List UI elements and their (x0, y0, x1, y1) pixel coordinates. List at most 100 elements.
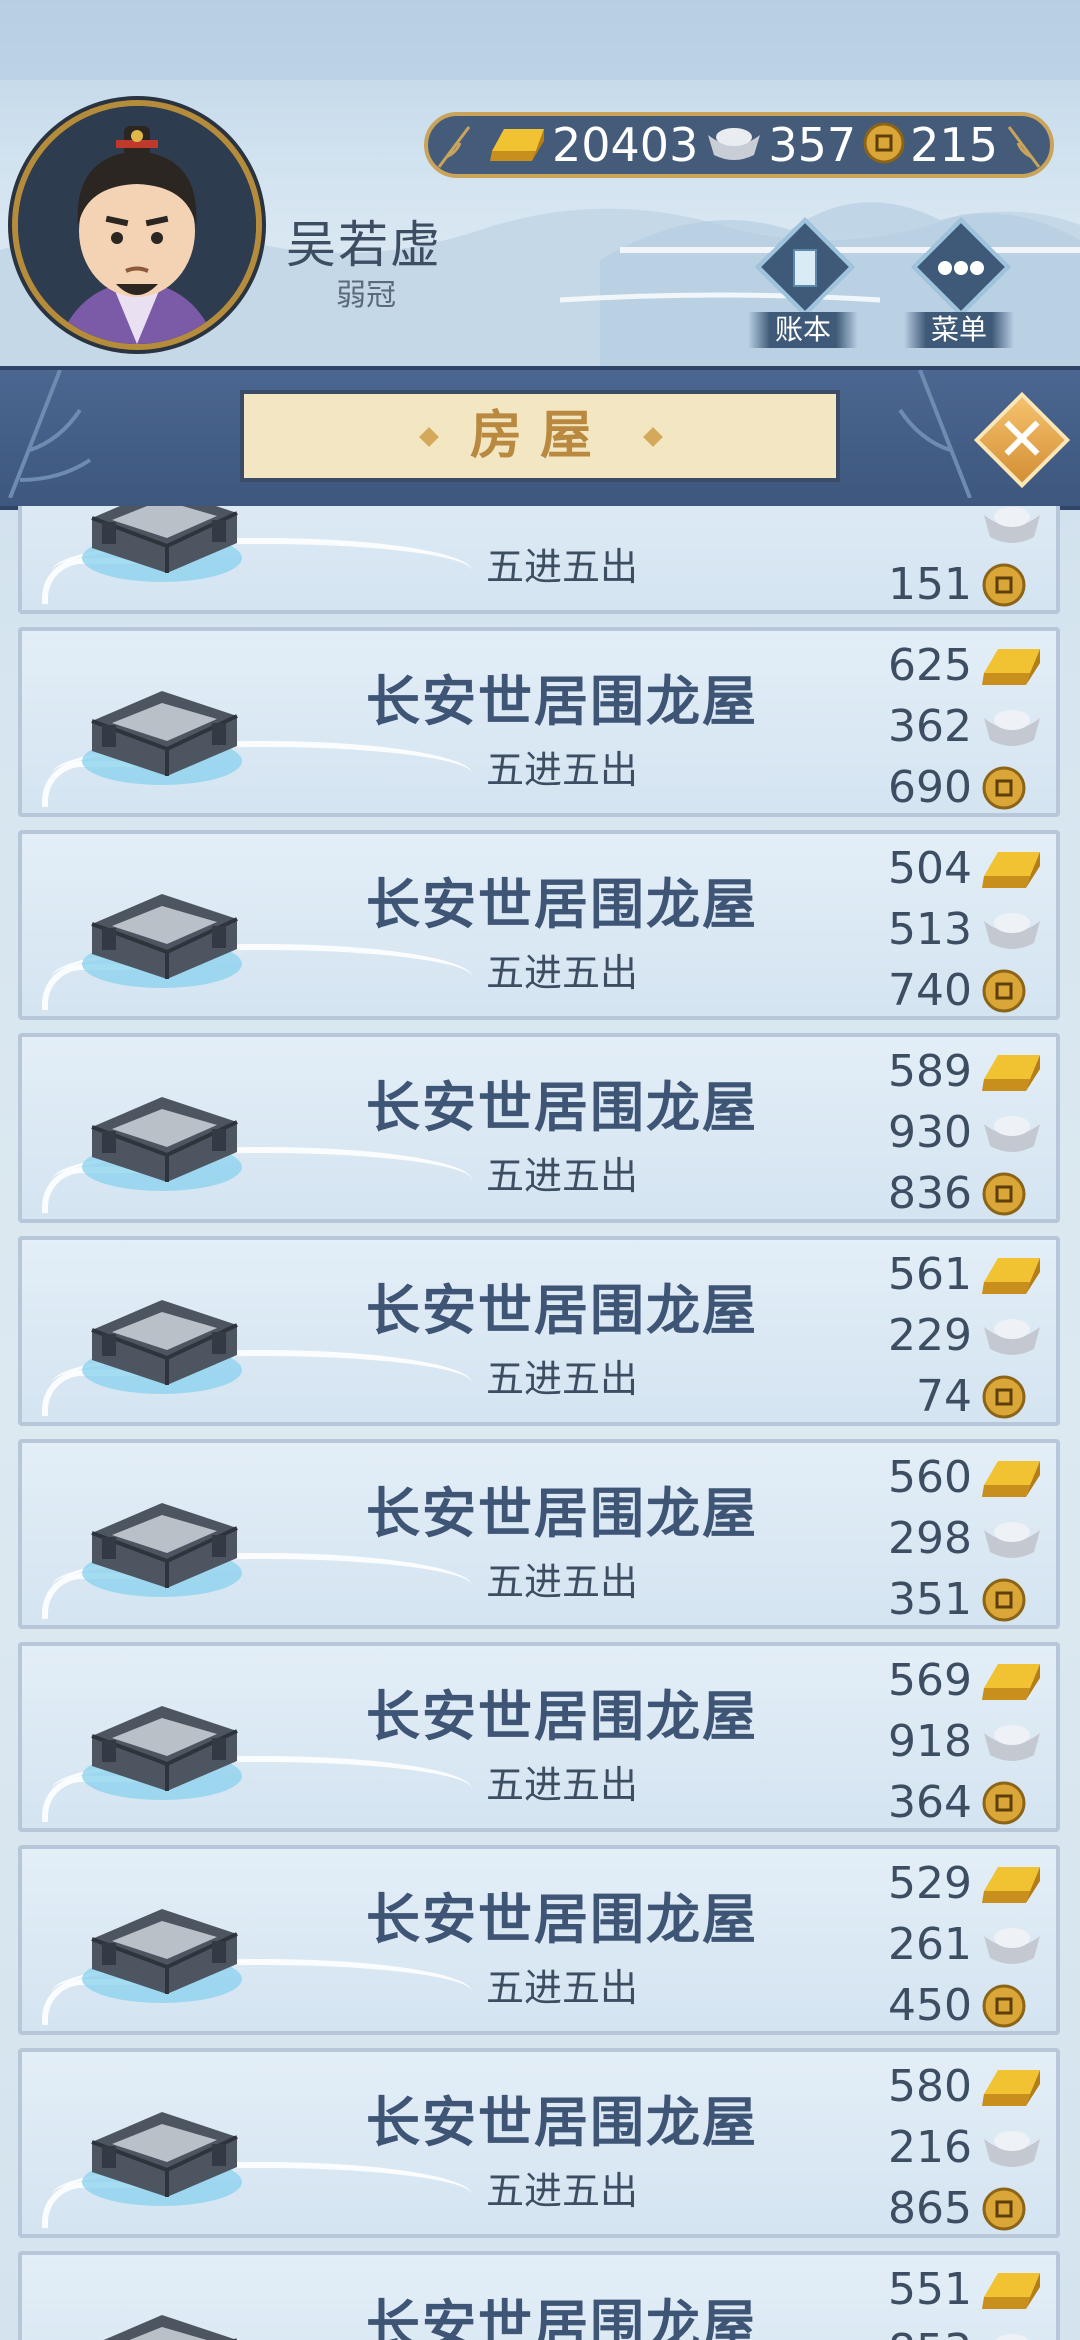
house-layout: 五进五出 (485, 1763, 638, 1807)
silver-price-row: 853 (844, 2320, 1044, 2340)
gold-price: 589 (888, 1046, 972, 1097)
silver-price: 513 (888, 904, 972, 955)
coin-price: 865 (888, 2183, 972, 2234)
ledger-button[interactable]: 账本 (748, 217, 858, 350)
coin-price-row: 74 (844, 1366, 1044, 1422)
house-card[interactable]: 长安世居围龙屋 五进五出 580 216 865 (18, 2048, 1060, 2238)
gold-price: 625 (888, 640, 972, 691)
copper-coin-icon (862, 121, 906, 169)
gold-ingot-icon (980, 2062, 1044, 2112)
house-layout: 五进五出 (485, 748, 638, 792)
house-name: 长安世居围龙屋 (366, 1076, 758, 1139)
close-button[interactable]: ✕ (973, 391, 1071, 489)
copper-coin-icon (980, 1981, 1044, 2031)
silver-price-row: 298 (844, 1508, 1044, 1569)
gold-price: 580 (888, 2061, 972, 2112)
house-price: 560 298 351 (844, 1447, 1044, 1625)
gold-amount: 20403 (552, 118, 699, 172)
copper-coin-icon (980, 560, 1044, 610)
silver-ingot-icon (980, 905, 1044, 955)
house-name: 长安世居围龙屋 (366, 1482, 758, 1545)
house-card[interactable]: 长安世居围龙屋 五进五出 504 513 740 (18, 830, 1060, 1020)
gold-price: 561 (888, 1249, 972, 1300)
silver-ingot-icon (980, 1514, 1044, 1564)
house-name: 长安世居围龙屋 (366, 2294, 758, 2340)
house-card[interactable]: 长安世居围龙屋 五进五出 625 362 690 (18, 627, 1060, 817)
house-card[interactable]: 长安世居围龙屋 五进五出 569 918 364 (18, 1642, 1060, 1832)
silver-price: 930 (888, 1107, 972, 1158)
silver-price: 229 (888, 1310, 972, 1361)
gold-price-row: 589 (844, 1041, 1044, 1102)
silver-price-row: 216 (844, 2117, 1044, 2178)
player-avatar[interactable] (12, 100, 262, 350)
gold-price-row: 560 (844, 1447, 1044, 1508)
gold-ingot-icon (488, 121, 548, 169)
coin-price-row: 740 (844, 960, 1044, 1016)
house-card[interactable]: 长安世居围龙屋 五进五出 551 853 (18, 2251, 1060, 2340)
silver-price-row: 513 (844, 899, 1044, 960)
silver-ingot-icon (980, 1311, 1044, 1361)
bamboo-decoration-icon (898, 370, 972, 498)
house-layout: 五进五出 (485, 2169, 638, 2213)
menu-label: 菜单 (904, 312, 1014, 348)
gold-ingot-icon (980, 1250, 1044, 1300)
coin-price-row: 351 (844, 1569, 1044, 1625)
house-name: 长安世居围龙屋 (366, 873, 758, 936)
gold-price-row: 561 (844, 1244, 1044, 1305)
coin-price: 151 (888, 559, 972, 610)
coin-price: 740 (888, 965, 972, 1016)
player-name: 吴若虚 (286, 216, 442, 274)
gold-price-row: 625 (844, 635, 1044, 696)
house-compound-icon (82, 2112, 242, 2206)
coin-price-row: 836 (844, 1163, 1044, 1219)
house-compound-icon (82, 691, 242, 785)
house-card[interactable]: 五进五出 151 (18, 506, 1060, 614)
bamboo-leaf-icon (437, 126, 471, 168)
gold-ingot-icon (980, 2265, 1044, 2315)
gold-price-row: 580 (844, 2056, 1044, 2117)
silver-ingot-icon (980, 1717, 1044, 1767)
silver-price: 853 (888, 2325, 972, 2340)
silver-ingot-icon (704, 121, 764, 169)
house-layout: 五进五出 (485, 951, 638, 995)
gold-price: 529 (888, 1858, 972, 1909)
dots-icon (938, 261, 984, 275)
house-card[interactable]: 长安世居围龙屋 五进五出 589 930 836 (18, 1033, 1060, 1223)
menu-button[interactable]: 菜单 (904, 217, 1014, 350)
close-icon: ✕ (996, 405, 1048, 475)
house-compound-icon (82, 506, 242, 582)
house-name: 长安世居围龙屋 (366, 670, 758, 733)
house-card[interactable]: 长安世居围龙屋 五进五出 560 298 351 (18, 1439, 1060, 1629)
house-list[interactable]: 五进五出 151 长安世居围龙屋 五进五出 625 362 690 长安世居围龙… (0, 506, 1080, 2340)
gold-ingot-icon (980, 1859, 1044, 1909)
house-price: 589 930 836 (844, 1041, 1044, 1219)
coin-price: 364 (888, 1777, 972, 1828)
house-name: 长安世居围龙屋 (366, 1888, 758, 1951)
gold-ingot-icon (980, 1656, 1044, 1706)
silver-price: 362 (888, 701, 972, 752)
silver-price-row: 362 (844, 696, 1044, 757)
silver-ingot-icon (980, 2326, 1044, 2340)
silver-price: 261 (888, 1919, 972, 1970)
copper-coin-icon (980, 1575, 1044, 1625)
coin-price: 836 (888, 1168, 972, 1219)
house-price: 529 261 450 (844, 1853, 1044, 2031)
house-card[interactable]: 长安世居围龙屋 五进五出 561 229 74 (18, 1236, 1060, 1426)
currency-bar: 20403 357 215 (424, 112, 1054, 178)
gold-price-row: 569 (844, 1650, 1044, 1711)
gold-ingot-icon (980, 641, 1044, 691)
house-name: 长安世居围龙屋 (366, 1279, 758, 1342)
house-layout: 五进五出 (485, 1560, 638, 1604)
house-price: 580 216 865 (844, 2056, 1044, 2234)
copper-coin-icon (980, 2184, 1044, 2234)
ledger-label: 账本 (748, 312, 858, 348)
gold-price-row: 551 (844, 2259, 1044, 2320)
copper-coin-icon (980, 966, 1044, 1016)
gold-price-row: 529 (844, 1853, 1044, 1914)
house-card[interactable]: 长安世居围龙屋 五进五出 529 261 450 (18, 1845, 1060, 2035)
gold-price: 569 (888, 1655, 972, 1706)
silver-ingot-icon (980, 2123, 1044, 2173)
silver-amount: 357 (768, 118, 857, 172)
coin-price: 450 (888, 1980, 972, 2031)
silver-price: 298 (888, 1513, 972, 1564)
